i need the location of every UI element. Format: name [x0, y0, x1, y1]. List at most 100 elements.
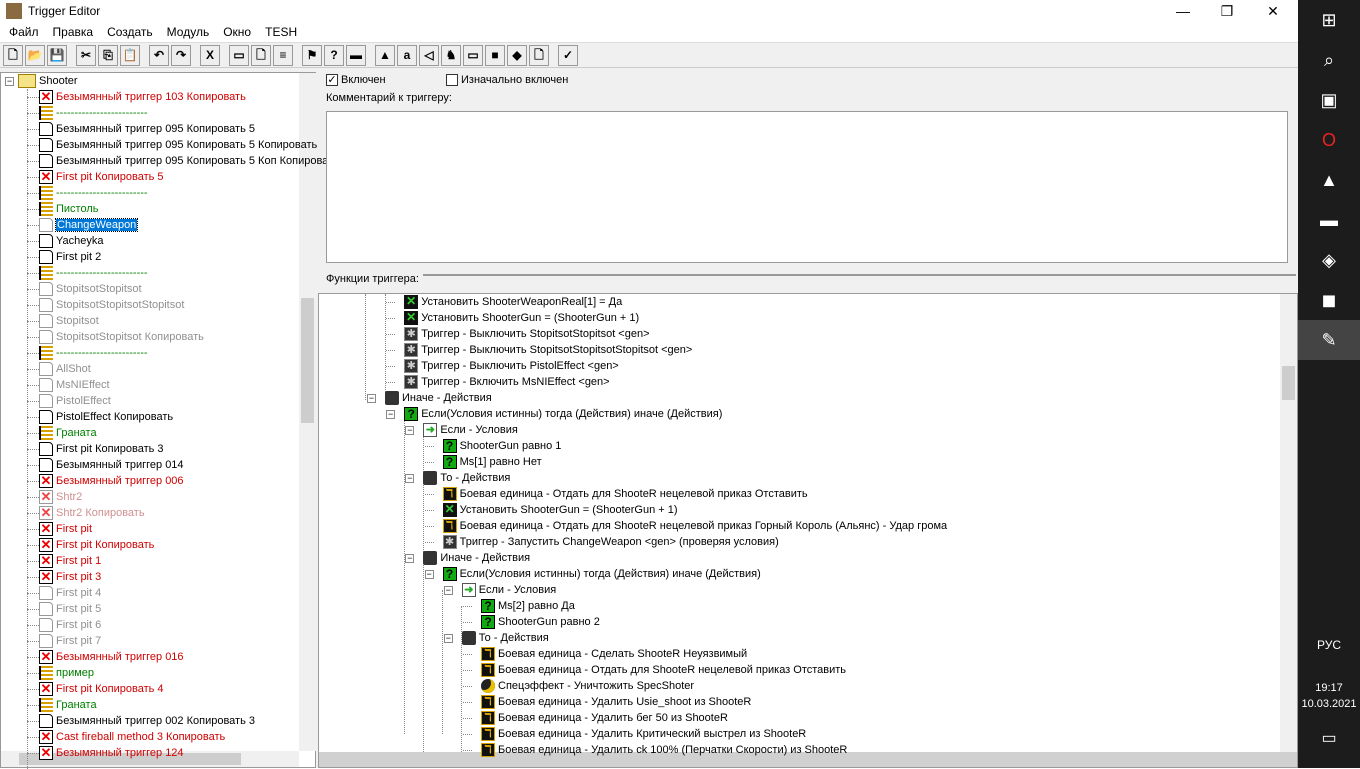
tree-item[interactable]: Stopitsot	[27, 313, 99, 329]
tree-item[interactable]: ✕ First pit	[27, 521, 92, 537]
new-trigger-icon[interactable]: 🗋	[251, 44, 271, 66]
sound-icon[interactable]: ◁	[419, 44, 439, 66]
close-button[interactable]: ✕	[1250, 0, 1296, 22]
checkbox-checked-icon[interactable]: ✓	[326, 74, 338, 86]
function-item[interactable]: − То - Действия	[443, 630, 549, 646]
warcraft-icon[interactable]: ◈	[1298, 240, 1360, 280]
function-item[interactable]: ℸ Боевая единица - Отдать для ShooteR нец…	[424, 486, 808, 502]
tree-item[interactable]: -------------------------	[27, 105, 148, 121]
menu-item[interactable]: Правка	[46, 25, 101, 39]
comment-textarea[interactable]	[326, 111, 1288, 263]
function-item[interactable]: ℸ Боевая единица - Отдать для ShooteR нец…	[463, 662, 846, 678]
scroll-thumb[interactable]	[301, 298, 314, 423]
menu-item[interactable]: Модуль	[160, 25, 217, 39]
tree-item[interactable]: StopitsotStopitsot Копировать	[27, 329, 204, 345]
tree-item[interactable]: First pit Копировать 3	[27, 441, 164, 457]
new-condition-icon[interactable]: ?	[324, 44, 344, 66]
function-item[interactable]: − Иначе - Действия	[405, 550, 530, 566]
tree-item[interactable]: PistolEffect Копировать	[27, 409, 173, 425]
tree-item[interactable]: ✕ Shtr2	[27, 489, 82, 505]
tree-item[interactable]: Безымянный триггер 095 Копировать 5 Коп …	[27, 153, 339, 169]
copy-icon[interactable]: ⎘	[98, 44, 118, 66]
collapse-icon[interactable]: −	[443, 633, 453, 643]
collapse-icon[interactable]: −	[5, 76, 14, 86]
tree-item[interactable]: StopitsotStopitsot	[27, 281, 142, 297]
warcraft-icon-2[interactable]: ◼	[1298, 280, 1360, 320]
collapse-icon[interactable]: −	[367, 393, 376, 403]
import-icon[interactable]: ◆	[507, 44, 527, 66]
menu-item[interactable]: TESH	[258, 25, 304, 39]
function-item[interactable]: ✕ Установить ShooterGun = (ShooterGun + 1…	[424, 502, 678, 518]
splitter[interactable]	[422, 274, 1296, 276]
function-item[interactable]: ? ShooterGun равно 1	[424, 438, 561, 454]
collapse-icon[interactable]: −	[405, 553, 415, 563]
function-item[interactable]: ℸ Боевая единица - Сделать ShooteR Неуязв…	[463, 646, 747, 662]
function-item[interactable]: ✱ Триггер - Выключить StopitsotStopitsotS…	[386, 342, 692, 358]
function-item[interactable]: ? Ms[2] равно Да	[463, 598, 575, 614]
function-item[interactable]: − Иначе - Действия	[367, 390, 492, 406]
new-comment-icon[interactable]: ≡	[273, 44, 293, 66]
tree-item[interactable]: -------------------------	[27, 265, 148, 281]
function-item[interactable]: ✱ Триггер - Запустить ChangeWeapon <gen> …	[424, 534, 779, 550]
new-icon[interactable]: 🗋	[3, 44, 23, 66]
tree-item[interactable]: AllShot	[27, 361, 91, 377]
function-item[interactable]: ✱ Триггер - Выключить PistolEffect <gen>	[386, 358, 619, 374]
initially-on-checkbox[interactable]: Изначально включен	[446, 72, 568, 88]
minimize-button[interactable]: —	[1160, 0, 1206, 22]
tree-item[interactable]: -------------------------	[27, 345, 148, 361]
function-item[interactable]: −? Если(Условия истинны) тогда (Действия)…	[386, 406, 722, 422]
function-item[interactable]: ℸ Боевая единица - Удалить Критический вы…	[463, 726, 806, 742]
search-icon[interactable]: ⌕	[1298, 40, 1360, 80]
cut-icon[interactable]: ✂	[76, 44, 96, 66]
tree-item[interactable]: First pit 4	[27, 585, 101, 601]
tree-item[interactable]: ✕ Безымянный триггер 016	[27, 649, 184, 665]
delete-icon[interactable]: X	[200, 44, 220, 66]
undo-icon[interactable]: ↶	[149, 44, 169, 66]
collapse-icon[interactable]: −	[405, 425, 415, 435]
tree-item[interactable]: ✕ First pit Копировать 5	[27, 169, 164, 185]
tree-item[interactable]: First pit 2	[27, 249, 101, 265]
tree-item[interactable]: Граната	[27, 425, 97, 441]
functions-tree[interactable]: ✕ Установить ShooterWeaponReal[1] = Да ✕ Ус…	[318, 293, 1298, 768]
tree-item[interactable]: Yacheyka	[27, 233, 104, 249]
tree-item[interactable]: Безымянный триггер 002 Копировать 3	[27, 713, 255, 729]
function-item[interactable]: Спецэффект - Уничтожить SpecShoter	[463, 678, 694, 694]
menu-item[interactable]: Файл	[2, 25, 46, 39]
unit-icon[interactable]: ♞	[441, 44, 461, 66]
function-item[interactable]: ℸ Боевая единица - Отдать для ShooteR нец…	[424, 518, 947, 534]
function-item[interactable]: −? Если(Условия истинны) тогда (Действия)…	[424, 566, 761, 582]
tree-item[interactable]: ✕ First pit Копировать 4	[27, 681, 164, 697]
function-item[interactable]: − То - Действия	[405, 470, 510, 486]
tree-item[interactable]: Безымянный триггер 014	[27, 457, 184, 473]
function-item[interactable]: ℸ Боевая единица - Удалить ck 100% (Перча…	[463, 742, 847, 758]
object-icon[interactable]: a	[397, 44, 417, 66]
test-map-icon[interactable]: ✓	[558, 44, 578, 66]
tree-vscrollbar[interactable]	[299, 73, 316, 751]
checkbox-empty-icon[interactable]	[446, 74, 458, 86]
file-explorer-icon[interactable]: ▬	[1298, 200, 1360, 240]
tree-item[interactable]: First pit 6	[27, 617, 101, 633]
collapse-icon[interactable]: −	[424, 569, 434, 579]
tree-item[interactable]: пример	[27, 665, 94, 681]
opera-icon[interactable]: O	[1298, 120, 1360, 160]
tree-item[interactable]: ✕ Безымянный триггер 103 Копировать	[27, 89, 246, 105]
tree-item[interactable]: First pit 5	[27, 601, 101, 617]
windows-icon[interactable]: ⊞	[1298, 0, 1360, 40]
tree-item[interactable]: ✕ First pit 3	[27, 569, 101, 585]
function-item[interactable]: − ➜ Если - Условия	[443, 582, 556, 598]
terrain-icon[interactable]: ▲	[375, 44, 395, 66]
redo-icon[interactable]: ↷	[171, 44, 191, 66]
menu-item[interactable]: Окно	[216, 25, 258, 39]
collapse-icon[interactable]: −	[405, 473, 415, 483]
tree-item[interactable]: MsNIEffect	[27, 377, 110, 393]
app-icon[interactable]: ▲	[1298, 160, 1360, 200]
function-item[interactable]: ? Ms[1] равно Нет	[424, 454, 542, 470]
ai-icon[interactable]: ■	[485, 44, 505, 66]
functions-vscrollbar[interactable]	[1280, 294, 1297, 752]
tree-item[interactable]: ✕ First pit 1	[27, 553, 101, 569]
save-icon[interactable]: 💾	[47, 44, 67, 66]
function-item[interactable]: − ➜ Если - Условия	[405, 422, 518, 438]
tree-item[interactable]: First pit 7	[27, 633, 101, 649]
new-category-icon[interactable]: ▭	[229, 44, 249, 66]
function-item[interactable]: ℸ Боевая единица - Удалить бег 50 из Shoo…	[463, 710, 728, 726]
